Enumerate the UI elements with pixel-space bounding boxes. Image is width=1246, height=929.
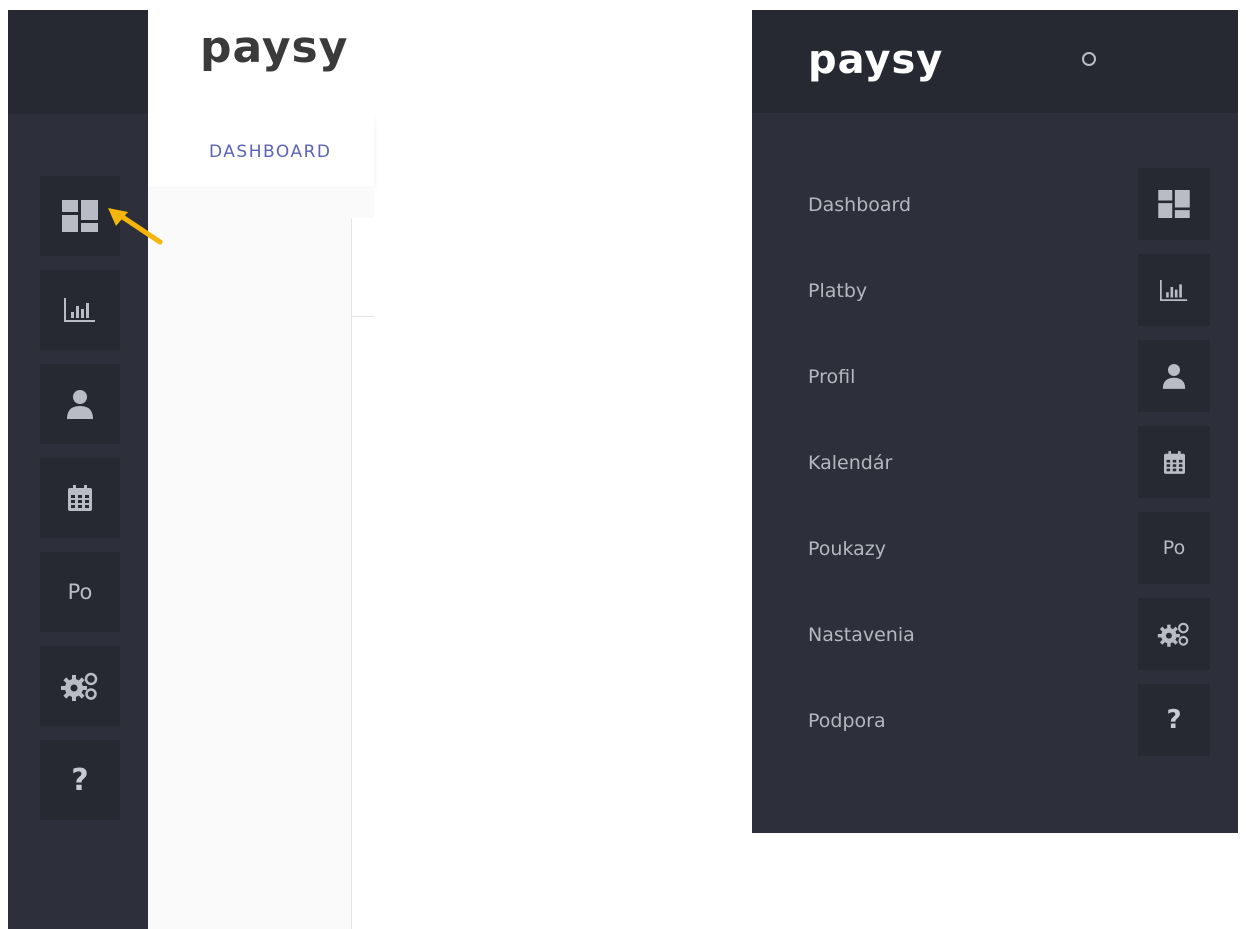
sidebar-item-support[interactable]: Podpora ? <box>752 684 1238 758</box>
sidebar-item-label: Poukazy <box>808 538 886 560</box>
collapsed-sidebar: Po ? <box>8 10 148 929</box>
sidebar-item-label: Podpora <box>808 710 886 732</box>
sidebar-item-profile[interactable]: Profil <box>752 340 1238 414</box>
sidebar-logo[interactable]: paysy <box>808 40 943 80</box>
sidebar-header: paysy <box>752 10 1238 113</box>
sidebar-button-vouchers[interactable]: Po <box>40 552 120 632</box>
sidebar-item-calendar[interactable]: Kalendár <box>752 426 1238 500</box>
sidebar-item-icon-button[interactable] <box>1138 598 1210 670</box>
vouchers-badge-text: Po <box>67 580 93 604</box>
sidebar-header <box>8 10 148 114</box>
sidebar-item-icon-button[interactable]: Po <box>1138 512 1210 584</box>
sidebar-item-icon-button[interactable]: ? <box>1138 684 1210 756</box>
sidebar-button-calendar[interactable] <box>40 458 120 538</box>
chart-icon <box>64 298 95 322</box>
sidebar-item-label: Kalendár <box>808 452 893 474</box>
sidebar-item-settings[interactable]: Nastavenia <box>752 598 1238 672</box>
help-icon: ? <box>1166 705 1182 735</box>
sidebar-item-icon-button[interactable] <box>1138 168 1210 240</box>
sidebar-toggle[interactable] <box>1082 52 1096 66</box>
settings-icon <box>61 672 98 701</box>
dashboard-icon <box>1158 190 1190 218</box>
arrow-icon <box>108 208 163 245</box>
calendar-icon <box>1163 450 1185 474</box>
sidebar-item-icon-button[interactable] <box>1138 340 1210 412</box>
content-card <box>351 218 375 929</box>
main-content <box>148 186 374 929</box>
card-divider <box>352 316 374 317</box>
sidebar-button-payments[interactable] <box>40 270 120 350</box>
vouchers-badge-text: Po <box>1162 537 1186 559</box>
sidebar-item-icon-button[interactable] <box>1138 254 1210 326</box>
chart-icon <box>1160 279 1188 301</box>
sidebar-button-profile[interactable] <box>40 364 120 444</box>
sidebar-item-label: Nastavenia <box>808 624 915 646</box>
expanded-sidebar: paysy Dashboard Platby Profil Kalendár P… <box>752 10 1238 833</box>
tab-dashboard[interactable]: DASHBOARD <box>209 142 331 162</box>
app-logo[interactable]: paysy <box>200 26 348 70</box>
user-icon <box>1162 364 1186 389</box>
sidebar-item-icon-button[interactable] <box>1138 426 1210 498</box>
user-icon <box>67 390 93 419</box>
sidebar-item-label: Dashboard <box>808 194 912 216</box>
sidebar-item-vouchers[interactable]: Poukazy Po <box>752 512 1238 586</box>
sidebar-item-payments[interactable]: Platby <box>752 254 1238 328</box>
sidebar-item-dashboard[interactable]: Dashboard <box>752 168 1238 242</box>
sidebar-button-settings[interactable] <box>40 646 120 726</box>
calendar-icon <box>68 485 92 511</box>
dashboard-icon <box>62 200 98 232</box>
sidebar-item-label: Platby <box>808 280 868 302</box>
settings-icon <box>1157 622 1189 647</box>
sidebar-item-label: Profil <box>808 366 856 388</box>
help-icon: ? <box>71 762 89 798</box>
sidebar-button-support[interactable]: ? <box>40 740 120 820</box>
top-navigation: DASHBOARD <box>148 114 374 186</box>
